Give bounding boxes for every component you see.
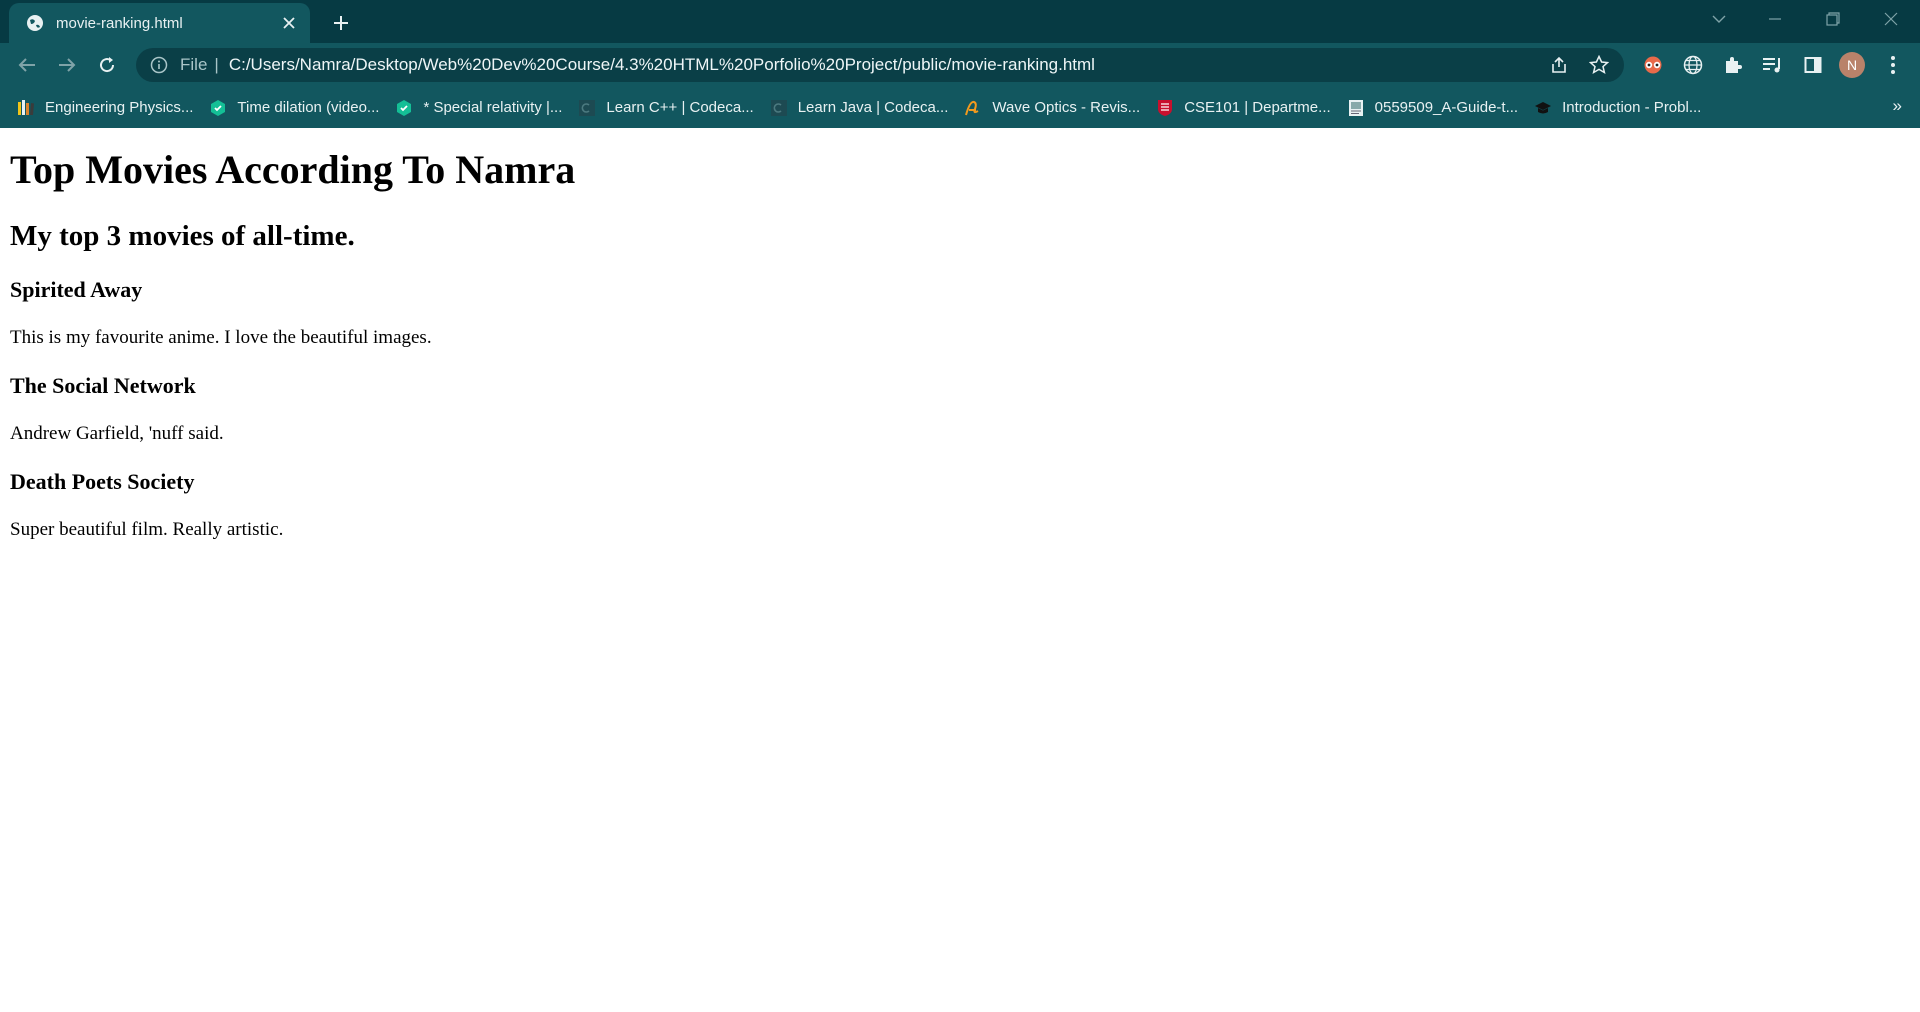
bookmark-label: Introduction - Probl...	[1562, 99, 1702, 116]
globe-extension-icon	[1683, 55, 1703, 75]
bookmark-label: Engineering Physics...	[45, 99, 194, 116]
bookmark-label: Learn Java | Codeca...	[797, 99, 949, 116]
movie-title: Death Poets Society	[10, 469, 195, 494]
restore-button[interactable]	[1810, 0, 1856, 38]
close-window-button[interactable]	[1868, 0, 1914, 38]
page-title: Top Movies According To Namra	[10, 147, 576, 192]
arrow-right-icon	[59, 58, 76, 72]
share-button[interactable]	[1544, 50, 1574, 80]
url-scheme-label: File	[180, 55, 208, 74]
page-content: Top Movies According To Namra My top 3 m…	[0, 128, 1920, 573]
codecademy-icon	[770, 99, 788, 117]
khan-academy-icon	[395, 99, 413, 117]
bookmark-star-button[interactable]	[1584, 50, 1614, 80]
eyes-extension-icon	[1644, 56, 1662, 74]
tab-strip: movie-ranking.html	[0, 0, 1920, 43]
close-tab-icon[interactable]	[274, 8, 304, 38]
minimize-icon	[1769, 18, 1781, 20]
bookmark-label: 0559509_A-Guide-t...	[1374, 99, 1519, 116]
page-subtitle: My top 3 movies of all-time.	[10, 220, 355, 252]
kebab-menu-icon	[1891, 56, 1895, 74]
toolbar: File | C:/Users/Namra/Desktop/Web%20Dev%…	[0, 43, 1920, 87]
bookmark-label: CSE101 | Departme...	[1184, 99, 1331, 116]
extension-globe-button[interactable]	[1678, 50, 1708, 80]
globe-icon	[27, 15, 43, 31]
bookmark-learn-java[interactable]: Learn Java | Codeca...	[762, 93, 957, 123]
address-bar[interactable]: File | C:/Users/Namra/Desktop/Web%20Dev%…	[136, 48, 1624, 82]
document-icon	[1347, 99, 1365, 117]
bookmark-learn-cpp[interactable]: Learn C++ | Codeca...	[570, 93, 761, 123]
bookmark-special-relativity[interactable]: * Special relativity |...	[387, 93, 570, 123]
url-text[interactable]: C:/Users/Namra/Desktop/Web%20Dev%20Cours…	[229, 55, 1544, 75]
back-button[interactable]	[12, 50, 42, 80]
bookmark-label: Time dilation (video...	[237, 99, 380, 116]
bookmark-engineering-physics[interactable]: Engineering Physics...	[9, 93, 201, 123]
bookmark-cse101[interactable]: CSE101 | Departme...	[1148, 93, 1338, 123]
bookmark-label: * Special relativity |...	[423, 99, 563, 116]
chevron-down-icon	[1712, 15, 1726, 23]
info-icon[interactable]	[150, 56, 168, 74]
tab-search-button[interactable]	[1696, 0, 1742, 38]
star-icon	[1589, 55, 1609, 75]
more-bookmarks-icon[interactable]: »	[1893, 96, 1902, 116]
url-separator: |	[214, 55, 219, 74]
share-icon	[1552, 56, 1566, 73]
tab-title: movie-ranking.html	[56, 14, 183, 32]
bookmark-introduction-probl[interactable]: Introduction - Probl...	[1526, 93, 1709, 123]
tab-movie-ranking[interactable]: movie-ranking.html	[9, 3, 310, 43]
bookmarks-bar: Engineering Physics... Time dilation (vi…	[0, 87, 1920, 128]
puzzle-icon	[1726, 57, 1742, 73]
bookmark-label: Learn C++ | Codeca...	[606, 99, 754, 116]
bookmark-label: Wave Optics - Revis...	[992, 99, 1141, 116]
movie-description: This is my favourite anime. I love the b…	[10, 327, 432, 348]
extension-eyes-button[interactable]	[1638, 50, 1668, 80]
close-icon	[1884, 12, 1898, 26]
reload-button[interactable]	[92, 50, 122, 80]
shield-icon	[1156, 99, 1174, 117]
arrow-left-icon	[18, 58, 35, 72]
restore-icon	[1826, 12, 1840, 26]
playlist-icon	[1763, 58, 1780, 73]
codecademy-icon	[578, 99, 596, 117]
khan-academy-icon	[209, 99, 227, 117]
plus-icon	[334, 16, 348, 30]
bookmark-guide-pdf[interactable]: 0559509_A-Guide-t...	[1339, 93, 1526, 123]
extensions-button[interactable]	[1718, 50, 1748, 80]
new-tab-button[interactable]	[326, 8, 356, 38]
side-panel-button[interactable]	[1798, 50, 1828, 80]
forward-button[interactable]	[52, 50, 82, 80]
bookmark-time-dilation[interactable]: Time dilation (video...	[201, 93, 387, 123]
side-panel-icon	[1804, 57, 1822, 73]
books-icon	[17, 99, 35, 117]
minimize-button[interactable]	[1752, 0, 1798, 38]
movie-description: Super beautiful film. Really artistic.	[10, 519, 284, 540]
movie-title: The Social Network	[10, 373, 196, 398]
profile-avatar[interactable]: N	[1839, 52, 1865, 78]
a-logo-icon	[964, 99, 982, 117]
media-controls-button[interactable]	[1758, 50, 1788, 80]
reload-icon	[100, 57, 115, 73]
movie-title: Spirited Away	[10, 277, 143, 302]
movie-description: Andrew Garfield, 'nuff said.	[10, 423, 224, 444]
menu-button[interactable]	[1878, 50, 1908, 80]
graduation-cap-icon	[1534, 99, 1552, 117]
bookmark-wave-optics[interactable]: Wave Optics - Revis...	[956, 93, 1148, 123]
